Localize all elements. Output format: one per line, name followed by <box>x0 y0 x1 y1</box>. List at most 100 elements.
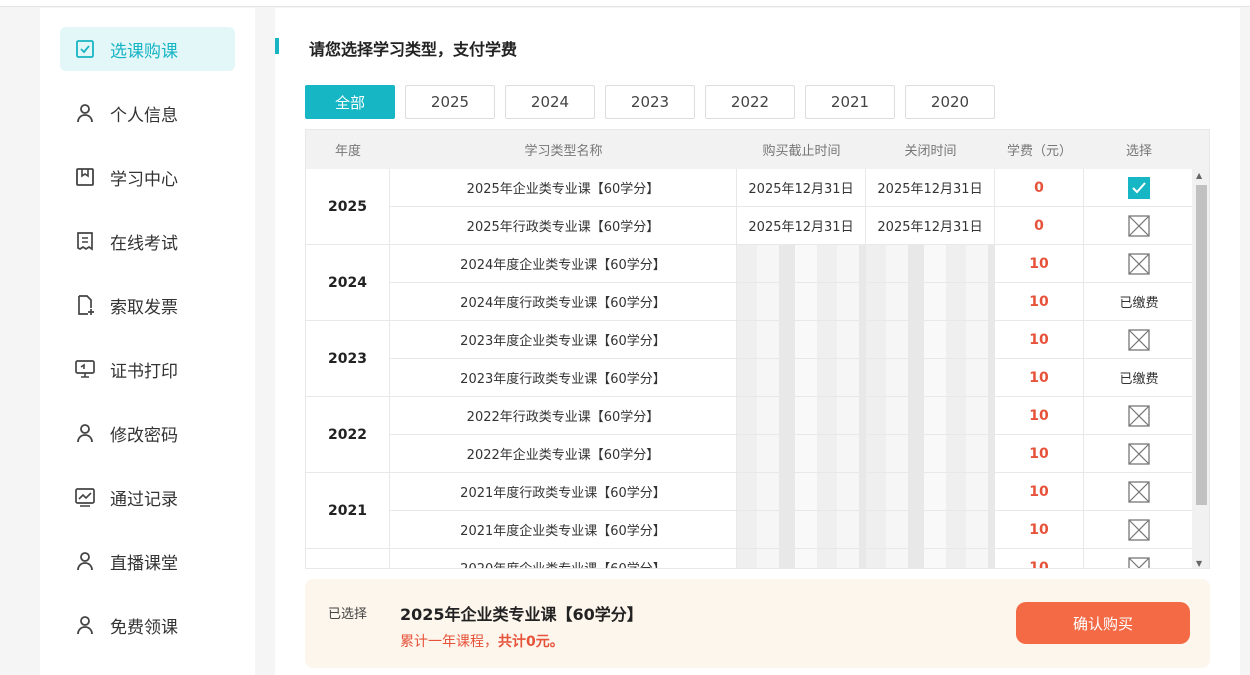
blurred-date <box>866 359 994 396</box>
tab-6[interactable]: 2020 <box>905 85 995 119</box>
sidebar-item-4[interactable]: 索取发票 <box>60 283 235 327</box>
fee-cell: 0 <box>995 169 1084 206</box>
unchecked-checkbox-icon[interactable] <box>1128 252 1150 275</box>
course-name-cell: 2023年度行政类专业课【60学分】 <box>390 359 737 396</box>
close-date-cell <box>866 283 995 320</box>
sidebar-item-label: 直播课堂 <box>110 553 178 574</box>
checked-checkbox-icon[interactable] <box>1128 176 1150 199</box>
sidebar-item-7[interactable]: 通过记录 <box>60 475 235 519</box>
table-body: 2025 2025年企业类专业课【60学分】 2025年12月31日 2025年12月… <box>306 169 1194 568</box>
unchecked-checkbox-icon[interactable] <box>1128 442 1150 465</box>
desc-total: 共计0元。 <box>498 634 564 650</box>
fee-cell: 10 <box>995 473 1084 510</box>
blurred-date <box>737 397 865 434</box>
year-cell: 2022 <box>306 397 390 472</box>
blurred-date <box>866 511 994 548</box>
select-cell <box>1084 511 1194 548</box>
table-scrollbar[interactable]: ▲ ▼ <box>1192 169 1209 568</box>
selected-course-name: 2025年企业类专业课【60学分】 <box>400 605 643 624</box>
tab-3[interactable]: 2023 <box>605 85 695 119</box>
close-date-cell <box>866 245 995 282</box>
tab-5[interactable]: 2021 <box>805 85 895 119</box>
table-row: 2024年度行政类专业课【60学分】 10 已缴费 <box>390 283 1194 320</box>
page-title: 请您选择学习类型，支付学费 <box>309 40 518 59</box>
year-cell: 2025 <box>306 169 390 244</box>
course-table: 年度 学习类型名称 购买截止时间 关闭时间 学费（元） 选择 2025 2025年企业类专业… <box>305 129 1210 569</box>
blurred-date <box>866 321 994 358</box>
tab-2[interactable]: 2024 <box>505 85 595 119</box>
blurred-date <box>866 473 994 510</box>
user-icon <box>74 422 96 444</box>
tab-1[interactable]: 2025 <box>405 85 495 119</box>
close-date-cell <box>866 549 995 568</box>
sidebar-item-label: 证书打印 <box>110 361 178 382</box>
unchecked-checkbox-icon[interactable] <box>1128 404 1150 427</box>
sidebar-item-9[interactable]: 免费领课 <box>60 603 235 647</box>
unchecked-checkbox-icon[interactable] <box>1128 214 1150 237</box>
selected-course-desc: 累计一年课程，共计0元。 <box>400 631 564 651</box>
course-name-cell: 2025年行政类专业课【60学分】 <box>390 207 737 244</box>
scroll-thumb[interactable] <box>1196 185 1207 505</box>
paid-badge: 已缴费 <box>1119 372 1159 387</box>
selection-summary: 已选择 2025年企业类专业课【60学分】 累计一年课程，共计0元。 确认购买 <box>305 579 1210 668</box>
sidebar-item-0[interactable]: 选课购课 <box>60 27 235 71</box>
course-name-cell: 2022年行政类专业课【60学分】 <box>390 397 737 434</box>
end-date-cell <box>737 473 866 510</box>
sidebar-item-label: 修改密码 <box>110 425 178 446</box>
title-accent-bar <box>275 38 279 54</box>
close-date-cell: 2025年12月31日 <box>866 207 995 244</box>
fee-cell: 10 <box>995 359 1084 396</box>
course-name-cell: 2025年企业类专业课【60学分】 <box>390 169 737 206</box>
end-date-cell <box>737 321 866 358</box>
tab-0[interactable]: 全部 <box>305 85 395 119</box>
unchecked-checkbox-icon[interactable] <box>1128 518 1150 541</box>
fee-cell: 10 <box>995 245 1084 282</box>
fee-cell: 10 <box>995 283 1084 320</box>
sidebar-item-6[interactable]: 修改密码 <box>60 411 235 455</box>
sidebar-item-label: 选课购课 <box>110 41 178 62</box>
course-name-cell: 2023年度企业类专业课【60学分】 <box>390 321 737 358</box>
course-name-cell: 2020年度企业类专业课【60学分】 <box>390 549 737 568</box>
end-date-cell: 2025年12月31日 <box>737 169 866 206</box>
end-date-cell <box>737 245 866 282</box>
year-group: 2021 2021年度行政类专业课【60学分】 10 2021年度企业类专业课【60学… <box>306 473 1194 549</box>
blurred-date <box>737 473 865 510</box>
unchecked-checkbox-icon[interactable] <box>1128 556 1150 568</box>
sidebar-item-2[interactable]: 学习中心 <box>60 155 235 199</box>
sidebar-item-5[interactable]: 证书打印 <box>60 347 235 391</box>
unchecked-checkbox-icon[interactable] <box>1128 480 1150 503</box>
file-plus-icon <box>74 294 96 316</box>
column-header: 选择 <box>1125 144 1152 159</box>
close-date-cell <box>866 473 995 510</box>
select-cell <box>1084 207 1194 244</box>
tab-4[interactable]: 2022 <box>705 85 795 119</box>
sidebar-item-3[interactable]: 在线考试 <box>60 219 235 263</box>
end-date-cell <box>737 397 866 434</box>
close-date-cell <box>866 397 995 434</box>
sidebar-item-8[interactable]: 直播课堂 <box>60 539 235 583</box>
select-cell <box>1084 435 1194 472</box>
user-icon <box>74 102 96 124</box>
end-date-cell <box>737 549 866 568</box>
scroll-up-arrow-icon[interactable]: ▲ <box>1196 171 1202 180</box>
confirm-purchase-button[interactable]: 确认购买 <box>1016 602 1190 644</box>
blurred-date <box>737 359 865 396</box>
bookmark-icon <box>74 166 96 188</box>
sidebar-item-1[interactable]: 个人信息 <box>60 91 235 135</box>
year-cell: 2021 <box>306 473 390 548</box>
unchecked-checkbox-icon[interactable] <box>1128 328 1150 351</box>
end-date-cell <box>737 511 866 548</box>
select-cell <box>1084 473 1194 510</box>
fee-cell: 10 <box>995 549 1084 568</box>
scroll-down-arrow-icon[interactable]: ▼ <box>1196 559 1202 568</box>
year-group: 2025 2025年企业类专业课【60学分】 2025年12月31日 2025年12月… <box>306 169 1194 245</box>
table-row: 2020年度企业类专业课【60学分】 10 <box>390 549 1194 568</box>
blurred-date <box>737 321 865 358</box>
table-row: 2023年度企业类专业课【60学分】 10 <box>390 321 1194 359</box>
fee-cell: 0 <box>995 207 1084 244</box>
close-date-cell <box>866 435 995 472</box>
close-date-cell <box>866 321 995 358</box>
fee-cell: 10 <box>995 321 1084 358</box>
year-group: 2020年度企业类专业课【60学分】 10 <box>306 549 1194 568</box>
blurred-date <box>737 549 865 568</box>
